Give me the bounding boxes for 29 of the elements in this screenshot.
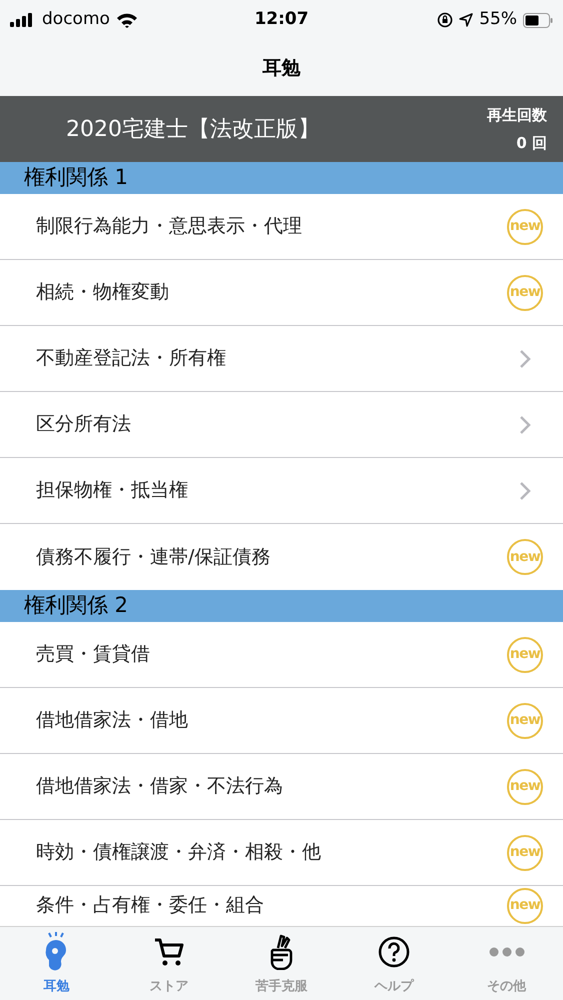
cart-icon	[152, 936, 185, 968]
play-count-label: 再生回数	[487, 104, 547, 126]
new-badge: new	[507, 636, 543, 672]
new-badge: new	[507, 768, 543, 804]
wifi-icon	[116, 12, 138, 28]
battery-percent: 55%	[479, 8, 517, 32]
location-icon	[459, 13, 474, 27]
more-icon	[488, 946, 525, 956]
new-badge: new	[507, 208, 543, 244]
raised-hand-icon	[268, 934, 294, 970]
new-badge: new	[507, 702, 543, 738]
new-badge: new	[507, 274, 543, 310]
play-count: 0 回	[516, 133, 547, 154]
help-icon	[378, 936, 410, 968]
chevron-right-icon	[519, 480, 531, 500]
chevron-right-icon	[519, 414, 531, 434]
section-header: 権利関係 2	[0, 590, 563, 622]
section-header: 権利関係 1	[0, 162, 563, 194]
chevron-right-icon	[519, 348, 531, 368]
new-badge: new	[507, 834, 543, 870]
tab[interactable]: 耳勉	[0, 927, 113, 1000]
screen-title: 耳勉	[262, 56, 300, 81]
clock-time: 12:07	[254, 8, 309, 32]
course-title: 2020宅建士【法改正版】	[66, 116, 321, 144]
new-badge: new	[507, 888, 543, 924]
new-badge: new	[507, 539, 543, 575]
carrier-name: docomo	[42, 8, 110, 32]
battery-icon	[523, 12, 553, 28]
orientation-lock-icon	[437, 12, 454, 28]
